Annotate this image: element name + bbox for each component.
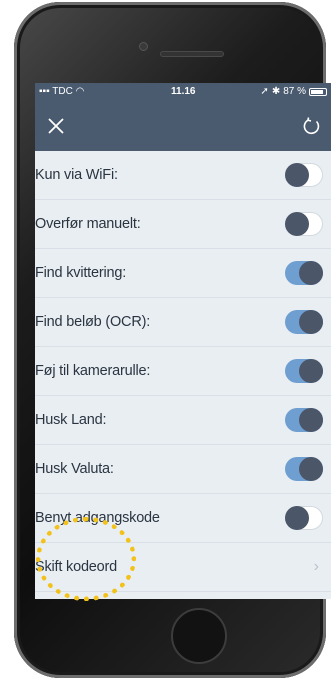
setting-label: Føj til kamerarulle: [35, 363, 151, 379]
status-bar: ▪▪▪ TDC ◠ 11.16 ➚ ✱ 87 % [35, 83, 331, 101]
wifi-icon: ◠ [75, 86, 85, 97]
setting-label: Husk Land: [35, 412, 107, 428]
chevron-right-icon: › [313, 558, 319, 575]
refresh-icon [303, 117, 320, 135]
battery-icon [309, 87, 327, 96]
close-icon [48, 118, 64, 134]
setting-row: Find kvittering: [35, 249, 331, 298]
signal-icon: ▪▪▪ [39, 86, 53, 97]
toggle-knob [285, 506, 309, 530]
setting-toggle[interactable] [285, 359, 323, 383]
bluetooth-icon: ✱ [271, 86, 281, 97]
setting-label: Overfør manuelt: [35, 216, 141, 232]
setting-toggle[interactable] [285, 261, 323, 285]
setting-row: Husk Land: [35, 396, 331, 445]
toggle-knob [299, 310, 323, 334]
battery-percent: 87 % [283, 86, 306, 97]
home-button[interactable] [171, 608, 227, 664]
setting-toggle[interactable] [285, 212, 323, 236]
settings-list: Kun via WiFi: Overfør manuelt: Find kvitte… [35, 151, 331, 543]
setting-row: Benyt adgangskode [35, 494, 331, 543]
setting-row: Føj til kamerarulle: [35, 347, 331, 396]
setting-label: Find beløb (OCR): [35, 314, 151, 330]
setting-toggle[interactable] [285, 163, 323, 187]
front-camera [139, 42, 148, 51]
location-icon: ➚ [260, 86, 269, 97]
toggle-knob [299, 457, 323, 481]
refresh-button[interactable] [299, 113, 325, 139]
close-button[interactable] [43, 113, 69, 139]
toggle-knob [285, 212, 309, 236]
setting-label: Husk Valuta: [35, 461, 114, 477]
setting-label: Find kvittering: [35, 265, 127, 281]
change-password-row[interactable]: Skift kodeord › [35, 543, 331, 592]
setting-row: Husk Valuta: [35, 445, 331, 494]
screen: ▪▪▪ TDC ◠ 11.16 ➚ ✱ 87 % Kun via WiFi: Ov… [35, 83, 331, 599]
setting-toggle[interactable] [285, 457, 323, 481]
status-time: 11.16 [171, 86, 196, 97]
toggle-knob [299, 359, 323, 383]
setting-label: Kun via WiFi: [35, 167, 118, 183]
earpiece-speaker [160, 51, 224, 57]
toggle-knob [299, 408, 323, 432]
setting-toggle[interactable] [285, 408, 323, 432]
carrier-info: ▪▪▪ TDC ◠ [39, 86, 84, 97]
nav-bar [35, 101, 331, 151]
status-right: ➚ ✱ 87 % [260, 86, 327, 97]
change-password-label: Skift kodeord [35, 559, 118, 575]
toggle-knob [285, 163, 309, 187]
setting-label: Benyt adgangskode [35, 510, 160, 526]
setting-row: Kun via WiFi: [35, 151, 331, 200]
toggle-knob [299, 261, 323, 285]
setting-toggle[interactable] [285, 310, 323, 334]
setting-row: Find beløb (OCR): [35, 298, 331, 347]
carrier-name: TDC [52, 86, 73, 97]
setting-row: Overfør manuelt: [35, 200, 331, 249]
setting-toggle[interactable] [285, 506, 323, 530]
